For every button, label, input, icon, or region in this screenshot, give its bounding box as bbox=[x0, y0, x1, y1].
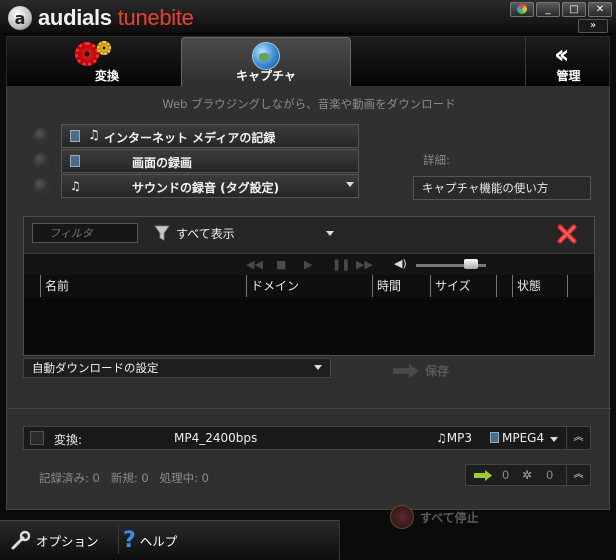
chevron-down-icon[interactable] bbox=[346, 182, 354, 187]
column-name[interactable]: 名前 bbox=[40, 275, 246, 297]
volume-icon: ◀) bbox=[394, 257, 407, 270]
footer-bar: オプション ? ヘルプ bbox=[0, 520, 350, 560]
globe-icon bbox=[252, 42, 280, 70]
save-button[interactable]: 保存 bbox=[393, 362, 449, 379]
column-size[interactable]: サイズ bbox=[430, 275, 496, 297]
wrench-icon bbox=[11, 530, 31, 550]
radio-screen-record[interactable] bbox=[33, 153, 49, 169]
convert-format[interactable]: MP4_2400bps bbox=[174, 431, 257, 445]
expand-up-icon[interactable]: ︽ bbox=[566, 427, 590, 449]
stop-all-label: すべて停止 bbox=[420, 510, 479, 525]
options-button[interactable]: オプション bbox=[10, 526, 99, 554]
tab-manage[interactable]: ‹‹ 管理 bbox=[525, 37, 611, 87]
tab-convert-label: 変換 bbox=[94, 69, 119, 83]
column-status[interactable]: 状態 bbox=[512, 275, 568, 297]
status-counts: 記録済み: 0 新規: 0 処理中: 0 bbox=[39, 471, 209, 485]
auto-download-settings-dropdown[interactable]: 自動ダウンロードの設定 bbox=[23, 358, 331, 378]
expand-up-icon[interactable]: ︽ bbox=[566, 465, 590, 485]
download-list-header: 名前 ドメイン 時間 サイズ 状態 bbox=[24, 275, 594, 297]
close-button[interactable]: ✕ bbox=[588, 2, 612, 17]
convert-video-format[interactable]: MPEG4 bbox=[490, 431, 544, 445]
filter-input[interactable] bbox=[32, 223, 138, 243]
mode-screen-record-label: 画面の録画 bbox=[132, 156, 193, 170]
tab-manage-label: 管理 bbox=[556, 69, 581, 83]
music-note-icon: ♫ bbox=[70, 179, 81, 193]
capture-help-link[interactable]: キャプチャ機能の使い方 bbox=[413, 176, 591, 200]
chevron-left-icon: ‹‹ bbox=[554, 40, 570, 70]
mode-internet-media-label: インターネット メディアの記録 bbox=[104, 131, 276, 145]
play-icon[interactable]: ▶ bbox=[304, 258, 312, 271]
help-label: ヘルプ bbox=[139, 533, 178, 549]
arrow-right-icon bbox=[393, 363, 419, 378]
column-empty[interactable] bbox=[496, 275, 512, 297]
save-label: 保存 bbox=[425, 364, 450, 378]
tab-capture[interactable]: キャプチャ bbox=[181, 37, 351, 87]
radio-internet-media[interactable] bbox=[33, 128, 49, 144]
show-all-dropdown[interactable]: すべて表示 bbox=[176, 225, 235, 242]
radio-sound-record[interactable] bbox=[33, 178, 49, 194]
stop-all-button[interactable]: すべて停止 bbox=[390, 505, 479, 529]
volume-knob[interactable] bbox=[463, 259, 478, 269]
music-note-icon: ♫ bbox=[88, 128, 100, 143]
capture-panel: Web ブラウジングしながら、音楽や動画をダウンロード ♫ インターネット メデ… bbox=[6, 86, 611, 510]
help-button[interactable]: ? ヘルプ bbox=[118, 526, 177, 554]
minimize-button[interactable]: _ bbox=[536, 2, 560, 17]
maximize-button[interactable]: □ bbox=[562, 2, 586, 17]
mode-sound-record-label: サウンドの録音 (タグ設定) bbox=[132, 181, 280, 195]
chevron-down-icon[interactable] bbox=[550, 437, 558, 442]
tab-capture-label: キャプチャ bbox=[236, 69, 296, 83]
delete-x-icon[interactable] bbox=[556, 223, 578, 245]
queue-count: 0 bbox=[502, 468, 510, 482]
column-time[interactable]: 時間 bbox=[372, 275, 430, 297]
funnel-icon[interactable] bbox=[154, 224, 170, 242]
rewind-icon[interactable]: ◀◀ bbox=[246, 258, 263, 271]
convert-audio-format[interactable]: ♫MP3 bbox=[436, 431, 472, 445]
gear-red-icon bbox=[75, 42, 99, 66]
arrow-right-icon bbox=[474, 470, 492, 481]
app-name-audials: audials bbox=[38, 5, 112, 30]
process-count: 0 bbox=[546, 468, 554, 482]
app-logo: a audials tunebite bbox=[8, 5, 194, 31]
auto-download-label: 自動ダウンロードの設定 bbox=[32, 361, 159, 375]
mode-row-screen-record[interactable]: 画面の録画 bbox=[33, 149, 359, 173]
tab-convert[interactable]: 変換 bbox=[67, 37, 147, 87]
audials-circle-icon[interactable] bbox=[510, 2, 534, 17]
convert-label: 変換: bbox=[54, 433, 83, 447]
film-icon bbox=[490, 432, 499, 443]
music-note-icon: ♫ bbox=[436, 431, 447, 445]
film-icon bbox=[70, 155, 80, 167]
more-button[interactable]: » bbox=[578, 19, 608, 33]
download-list-area: すべて表示 ◀◀ ■ ▶ ❚❚ ▶▶ ◀) 名前 ドメイン 時間 サイズ 状態 bbox=[23, 216, 595, 356]
stop-hand-icon bbox=[390, 505, 414, 529]
tab-bar: 変換 キャプチャ ‹‹ 管理 bbox=[6, 36, 611, 87]
pause-icon[interactable]: ❚❚ bbox=[332, 258, 350, 271]
fast-forward-icon[interactable]: ▶▶ bbox=[356, 258, 373, 271]
stop-icon[interactable]: ■ bbox=[276, 258, 286, 271]
capture-subtitle: Web ブラウジングしながら、音楽や動画をダウンロード bbox=[162, 97, 456, 111]
column-domain[interactable]: ドメイン bbox=[246, 275, 372, 297]
app-name-tunebite: tunebite bbox=[117, 5, 194, 30]
convert-checkbox[interactable] bbox=[30, 431, 44, 445]
queue-counter: 0 ✲ 0 ︽ bbox=[465, 464, 591, 486]
download-list[interactable] bbox=[24, 297, 594, 355]
film-icon bbox=[70, 130, 80, 142]
divider bbox=[7, 408, 611, 409]
question-mark-icon: ? bbox=[123, 527, 136, 553]
mode-row-internet-media[interactable]: ♫ インターネット メディアの記録 bbox=[33, 124, 359, 148]
mode-row-sound-record[interactable]: ♫ サウンドの録音 (タグ設定) bbox=[33, 174, 359, 198]
title-bar: a audials tunebite _ □ ✕ » bbox=[0, 0, 616, 34]
chevron-down-icon bbox=[314, 365, 322, 370]
media-player-bar: ◀◀ ■ ▶ ❚❚ ▶▶ ◀) bbox=[24, 253, 594, 275]
window-controls: _ □ ✕ bbox=[510, 2, 612, 17]
chevron-down-icon[interactable] bbox=[326, 231, 334, 236]
options-label: オプション bbox=[36, 533, 99, 549]
gear-yellow-icon bbox=[97, 41, 111, 55]
audials-logo-icon: a bbox=[8, 6, 32, 30]
convert-bar: 変換: MP4_2400bps ♫MP3 MPEG4 ︽ bbox=[23, 426, 591, 450]
detail-label: 詳細: bbox=[423, 153, 450, 167]
gear-icon: ✲ bbox=[522, 468, 533, 482]
